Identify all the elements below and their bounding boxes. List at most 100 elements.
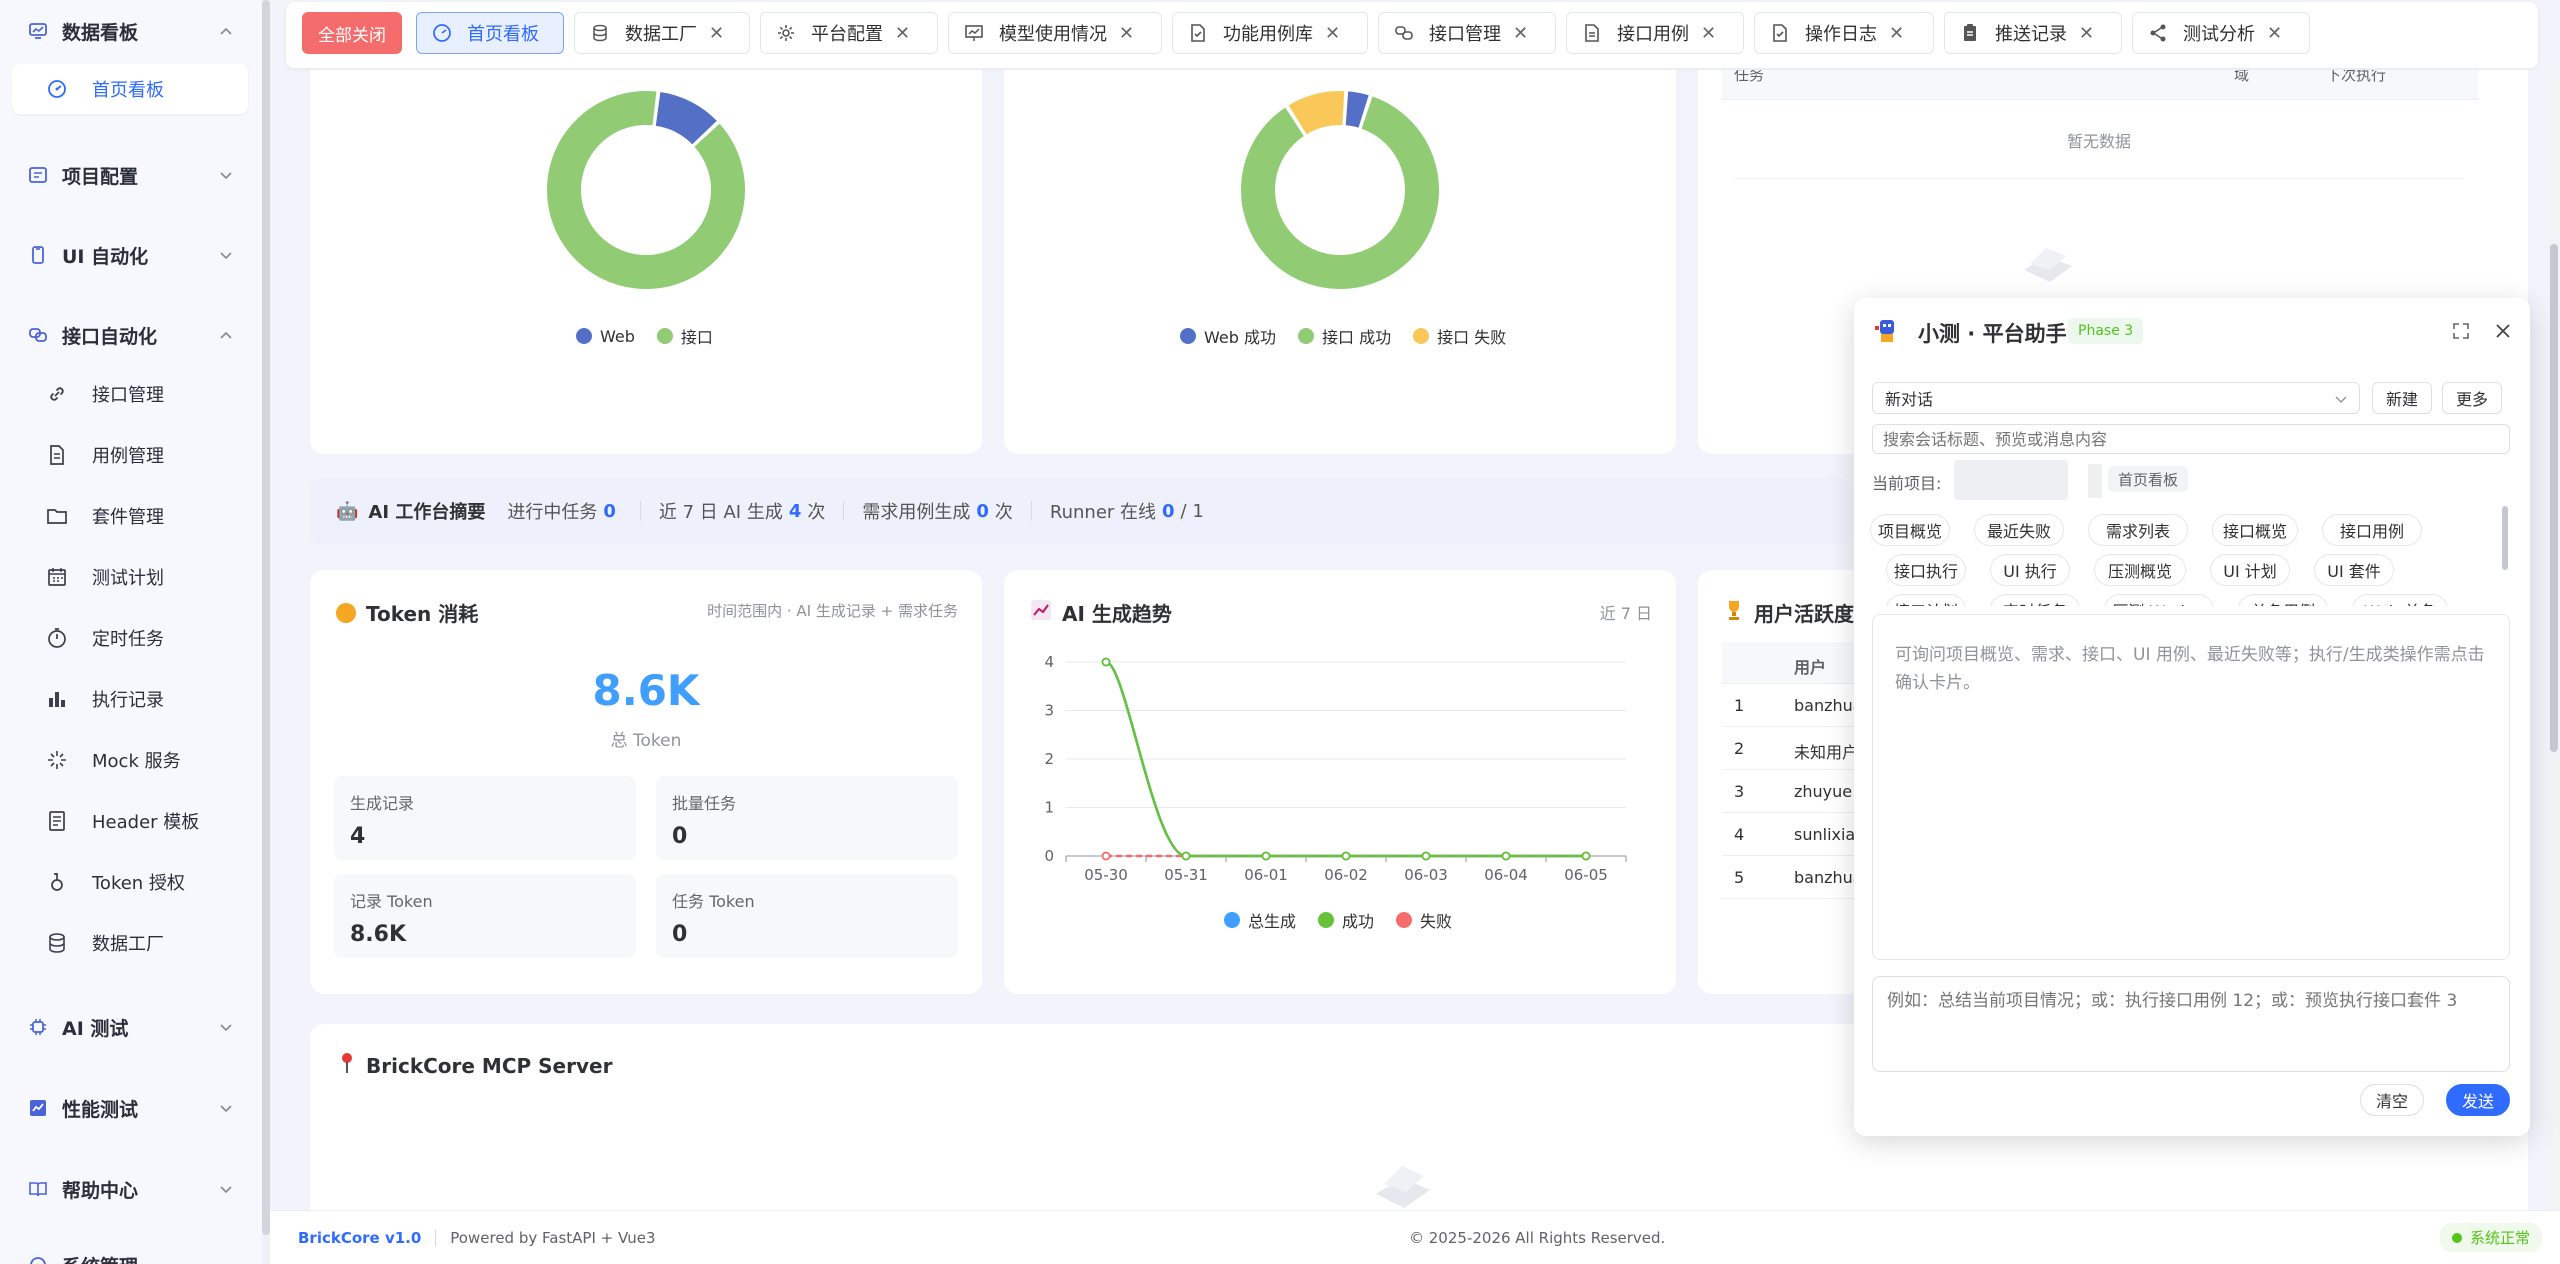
close-icon[interactable]: ✕ <box>2079 23 2094 44</box>
sidebar-item-case-manage[interactable]: 用例管理 <box>0 430 262 480</box>
sidebar-item-header-template[interactable]: Header 模板 <box>0 796 262 846</box>
sidebar-item-suite-manage[interactable]: 套件管理 <box>0 491 262 541</box>
data-point[interactable] <box>1421 851 1431 861</box>
close-icon[interactable]: ✕ <box>1325 23 1340 44</box>
new-conversation-button[interactable]: 新建 <box>2372 382 2432 414</box>
tab-label: 平台配置 <box>811 24 883 45</box>
stat-value: 0 <box>672 922 688 947</box>
tab-api-manage[interactable]: 接口管理 ✕ <box>1378 12 1556 54</box>
sidebar-group-ai-test[interactable]: AI 测试 <box>0 1002 262 1052</box>
quick-chip[interactable]: 单条用例 <box>2238 594 2328 606</box>
api-auto-icon <box>28 325 48 345</box>
sidebar-item-mock-service[interactable]: Mock 服务 <box>0 735 262 785</box>
data-point[interactable] <box>1181 851 1191 861</box>
sidebar-item-token-auth[interactable]: Token 授权 <box>0 857 262 907</box>
quick-chip[interactable]: UI 计划 <box>2210 554 2290 586</box>
tab-test-analysis[interactable]: 测试分析 ✕ <box>2132 12 2310 54</box>
quick-chip[interactable]: 需求列表 <box>2088 514 2188 546</box>
legend-item[interactable]: 成功 <box>1318 908 1374 932</box>
sidebar-item-data-factory[interactable]: 数据工厂 <box>0 918 262 968</box>
sidebar-group-system[interactable]: 系统管理 <box>0 1240 262 1264</box>
tab-platform-config[interactable]: 平台配置 ✕ <box>760 12 938 54</box>
tab-model-usage[interactable]: 模型使用情况 ✕ <box>948 12 1162 54</box>
maximize-icon[interactable] <box>2450 320 2472 342</box>
clear-button[interactable]: 清空 <box>2360 1084 2424 1116</box>
database-icon <box>44 930 70 956</box>
close-icon[interactable]: ✕ <box>709 23 724 44</box>
legend-item[interactable]: Web <box>576 324 635 348</box>
legend-item[interactable]: 接口 成功 <box>1297 324 1391 348</box>
req-unit: 次 <box>994 502 1013 523</box>
main-scrollbar[interactable] <box>2548 70 2560 1210</box>
quick-chip[interactable]: UI 套件 <box>2314 554 2394 586</box>
tab-feature-cases[interactable]: 功能用例库 ✕ <box>1172 12 1368 54</box>
data-point[interactable] <box>1101 851 1111 861</box>
chevron-down-icon <box>220 1186 232 1194</box>
assistant-intro: 可询问项目概览、需求、接口、UI 用例、最近失败等；执行/生成类操作需点击确认卡… <box>1895 645 2485 693</box>
quick-chip[interactable]: 接口计划 <box>1886 594 1966 606</box>
data-point[interactable] <box>1581 851 1591 861</box>
legend-item[interactable]: 失败 <box>1396 908 1452 932</box>
sidebar-scrollbar[interactable] <box>262 0 270 1264</box>
stat-value: 0 <box>672 824 688 849</box>
sidebar-item-scheduled-task[interactable]: 定时任务 <box>0 613 262 663</box>
quick-chip[interactable]: 压测 Worker <box>2104 594 2214 606</box>
close-icon[interactable] <box>2492 320 2514 342</box>
quick-chip[interactable]: 接口概览 <box>2212 514 2298 546</box>
quick-chip[interactable]: 最近失败 <box>1974 514 2064 546</box>
sidebar-group-project-config[interactable]: 项目配置 <box>0 150 262 200</box>
quick-chip[interactable]: 定时任务 <box>1990 594 2080 606</box>
data-point[interactable] <box>1501 851 1511 861</box>
message-input[interactable] <box>1872 976 2510 1072</box>
close-icon[interactable]: ✕ <box>895 23 910 44</box>
tab-label: 操作日志 <box>1805 24 1877 45</box>
data-point[interactable] <box>1101 657 1111 667</box>
close-icon[interactable]: ✕ <box>1119 23 1134 44</box>
conversation-search-input[interactable] <box>1872 424 2510 454</box>
quick-chip[interactable]: 接口用例 <box>2322 514 2422 546</box>
quick-chip[interactable]: 项目概览 <box>1870 514 1950 546</box>
sidebar-item-test-plan[interactable]: 测试计划 <box>0 552 262 602</box>
tab-data-factory[interactable]: 数据工厂 ✕ <box>574 12 750 54</box>
perf-test-icon <box>28 1098 48 1118</box>
close-icon[interactable]: ✕ <box>2267 23 2282 44</box>
sidebar-group-api-auto[interactable]: 接口自动化 <box>0 310 262 360</box>
coin-icon <box>336 602 356 623</box>
close-all-tabs-button[interactable]: 全部关闭 <box>302 12 402 54</box>
sidebar-item-api-manage[interactable]: 接口管理 <box>0 369 262 419</box>
tab-dashboard-home[interactable]: 首页看板 <box>416 12 564 54</box>
sidebar-item-label: 测试计划 <box>92 568 164 589</box>
quick-chip[interactable]: Web 单条 <box>2352 594 2448 606</box>
stat-record-token: 记录 Token 8.6K <box>334 874 636 958</box>
token-total-label: 总 Token <box>610 731 682 751</box>
sidebar-group-perf-test[interactable]: 性能测试 <box>0 1083 262 1133</box>
sidebar-group-ui-auto[interactable]: UI 自动化 <box>0 230 262 280</box>
sidebar-group-dashboard[interactable]: 数据看板 <box>0 6 262 56</box>
tab-operation-log[interactable]: 操作日志 ✕ <box>1754 12 1934 54</box>
more-button[interactable]: 更多 <box>2442 382 2502 414</box>
bar-chart-icon <box>44 686 70 712</box>
x-tick-label: 06-05 <box>1564 866 1608 884</box>
data-point[interactable] <box>1341 851 1351 861</box>
legend-item[interactable]: 总生成 <box>1224 908 1296 932</box>
tab-push-record[interactable]: 推送记录 ✕ <box>1944 12 2122 54</box>
data-point[interactable] <box>1261 851 1271 861</box>
sidebar-group-label: 项目配置 <box>62 165 139 188</box>
close-icon[interactable]: ✕ <box>1701 23 1716 44</box>
quick-chip[interactable]: 接口执行 <box>1886 554 1966 586</box>
chips-scrollbar[interactable] <box>2502 506 2508 570</box>
close-icon[interactable]: ✕ <box>1889 23 1904 44</box>
quick-chip[interactable]: 压测概览 <box>2094 554 2186 586</box>
legend-item[interactable]: Web 成功 <box>1180 324 1276 348</box>
close-icon[interactable]: ✕ <box>1513 23 1528 44</box>
quick-chip[interactable]: UI 执行 <box>1990 554 2070 586</box>
send-button[interactable]: 发送 <box>2446 1084 2510 1116</box>
sidebar-item-exec-record[interactable]: 执行记录 <box>0 674 262 724</box>
legend-item[interactable]: 接口 失败 <box>1413 324 1506 348</box>
link-icon <box>44 381 70 407</box>
legend-item[interactable]: 接口 <box>656 324 713 348</box>
sidebar-group-help[interactable]: 帮助中心 <box>0 1164 262 1214</box>
sidebar-item-dashboard-home[interactable]: 首页看板 <box>12 64 248 114</box>
conversation-select[interactable]: 新对话 <box>1872 382 2360 414</box>
tab-api-cases[interactable]: 接口用例 ✕ <box>1566 12 1744 54</box>
